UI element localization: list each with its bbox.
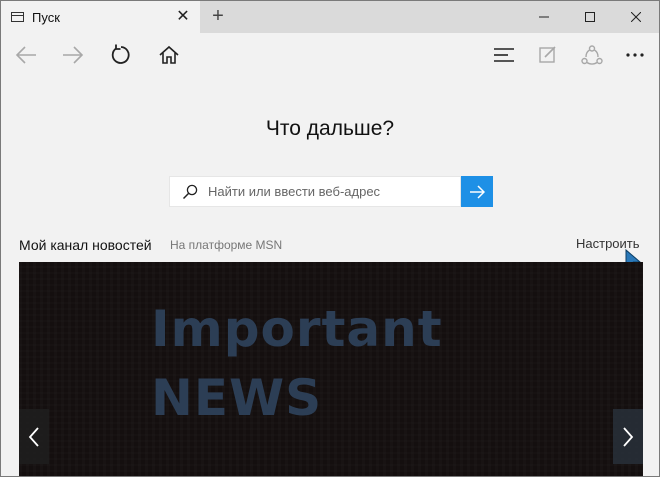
tab-close-icon[interactable]: ✕ [173,7,193,27]
new-tab-button[interactable]: + [206,6,230,28]
more-icon [626,53,644,57]
tab-title: Пуск [32,10,60,25]
share-icon [581,45,603,65]
page-icon [11,12,24,22]
carousel-prev-button[interactable] [19,409,49,464]
headline-line-1: Important [151,300,443,358]
chevron-left-icon [28,426,39,447]
maximize-icon [585,12,595,22]
hub-button[interactable] [487,39,521,71]
search-box[interactable] [169,176,461,207]
refresh-button[interactable] [104,39,138,71]
more-button[interactable] [618,39,652,71]
home-icon [159,45,179,64]
page-heading: Что дальше? [265,117,395,140]
news-feed-source: На платформе MSN [170,238,283,252]
headline-line-2: NEWS [151,369,323,427]
share-button[interactable] [575,39,609,71]
refresh-icon [111,44,130,64]
minimize-icon [539,16,549,18]
back-button[interactable] [9,39,43,71]
arrow-left-icon [15,46,36,64]
title-bar: Пуск ✕ + [1,1,659,33]
web-note-icon [539,46,556,63]
home-button[interactable] [152,39,186,71]
maximize-button[interactable] [567,1,613,33]
carousel-next-button[interactable] [613,409,643,464]
arrow-right-icon [63,46,84,64]
browser-window: Пуск ✕ + Что дальше? Найти или ввести ве… [0,0,660,477]
search-icon [182,184,198,200]
search-input[interactable] [208,177,458,206]
arrow-right-icon [470,184,485,199]
forward-button[interactable] [56,39,90,71]
close-window-button[interactable] [613,1,659,33]
news-feed-title: Мой канал новостей [19,237,152,253]
search-go-button[interactable] [461,176,493,207]
hub-icon [494,48,514,62]
navigation-bar [1,33,659,77]
tab-start[interactable]: Пуск ✕ [1,1,200,33]
web-note-button[interactable] [531,39,565,71]
minimize-button[interactable] [521,1,567,33]
news-carousel[interactable]: Important NEWS [19,262,643,476]
close-icon [631,12,641,22]
chevron-right-icon [623,426,634,447]
window-controls [521,1,659,33]
